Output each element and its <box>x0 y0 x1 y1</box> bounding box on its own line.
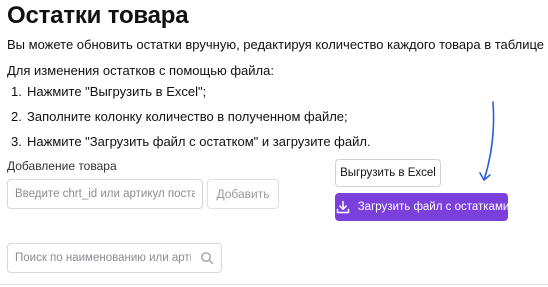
export-excel-button[interactable]: Выгрузить в Excel <box>335 159 441 187</box>
step-number: 1. <box>11 84 22 99</box>
annotation-arrow <box>479 101 495 181</box>
step-number: 2. <box>11 109 22 124</box>
step-number: 3. <box>11 134 22 149</box>
step-text: Нажмите "Выгрузить в Excel"; <box>27 84 207 99</box>
intro-text: Вы можете обновить остатки вручную, реда… <box>7 37 548 52</box>
download-tray-icon <box>336 200 350 214</box>
instruction-step: 3. Нажмите "Загрузить файл с остатком" и … <box>11 133 371 151</box>
product-id-input[interactable] <box>7 179 203 209</box>
stock-page: Остатки товара Вы можете обновить остатк… <box>0 0 548 287</box>
search-input[interactable] <box>8 244 198 272</box>
step-text: Нажмите "Загрузить файл с остатком" и за… <box>27 134 371 149</box>
file-instructions-heading: Для изменения остатков с помощью файла: <box>7 63 274 78</box>
add-product-button[interactable]: Добавить <box>207 179 279 209</box>
upload-stock-file-button[interactable]: Загрузить файл с остатками <box>335 193 510 221</box>
add-product-label: Добавление товара <box>7 159 117 173</box>
page-title: Остатки товара <box>7 2 189 29</box>
search-box <box>7 243 222 273</box>
divider <box>0 284 548 285</box>
instruction-step: 1. Нажмите "Выгрузить в Excel"; <box>11 83 206 101</box>
upload-button-label: Загрузить файл с остатками <box>357 201 510 213</box>
instruction-step: 2. Заполните колонку количество в получен… <box>11 108 348 126</box>
step-text: Заполните колонку количество в полученно… <box>27 109 348 124</box>
search-icon[interactable] <box>200 251 214 265</box>
